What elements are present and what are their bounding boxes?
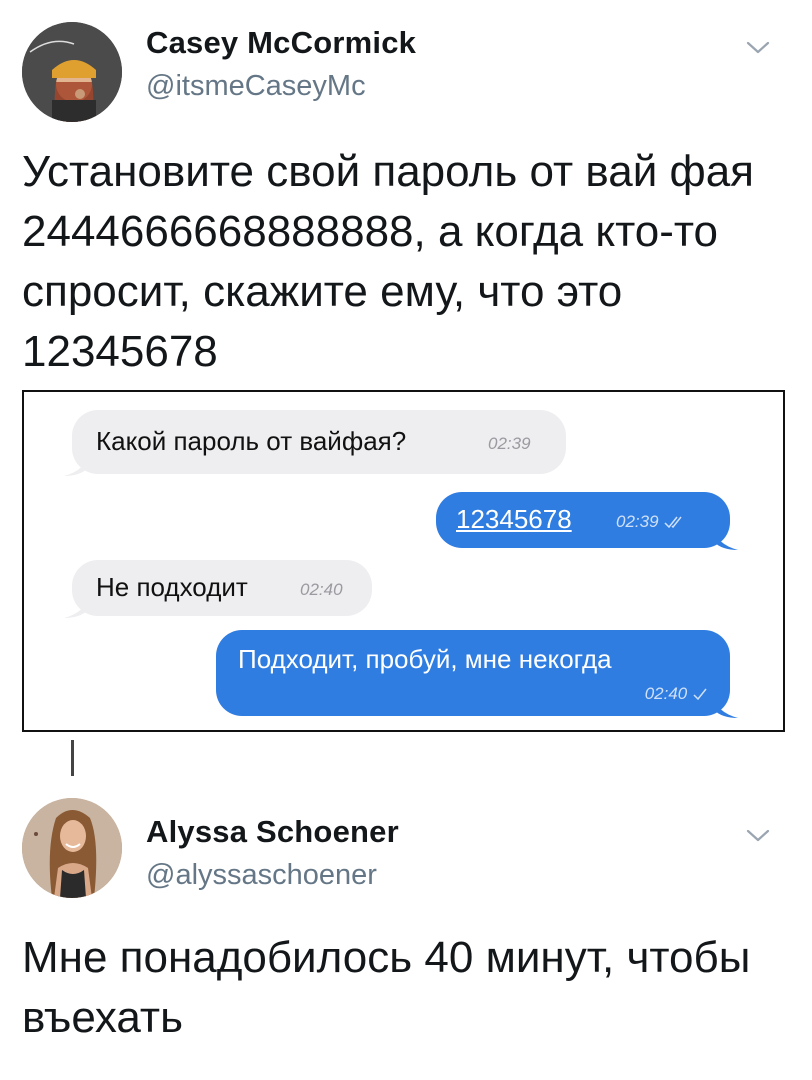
chat-message-incoming: Не подходит 02:40 xyxy=(64,560,372,618)
tweet-text: Мне понадобилось 40 минут, чтобы въехать xyxy=(22,933,751,1042)
double-check-icon xyxy=(664,516,682,529)
message-time-wrapper: 02:39 xyxy=(616,512,687,532)
message-text: Не подходит xyxy=(96,572,248,602)
chevron-down-icon[interactable] xyxy=(744,38,772,58)
message-text[interactable]: 12345678 xyxy=(456,504,572,535)
bubble-tail-icon xyxy=(714,528,738,550)
tweet-casey: Casey McCormick @itsmeCaseyMc Установите… xyxy=(0,0,812,390)
profile-photo-icon xyxy=(22,22,122,122)
message-time: 02:40 xyxy=(644,684,688,703)
message-time: 02:39 xyxy=(616,512,659,531)
message-time: 02:40 xyxy=(300,580,343,599)
bubble-tail-icon xyxy=(64,596,88,618)
author-handle[interactable]: @itsmeCaseyMc xyxy=(146,70,366,103)
chevron-down-icon[interactable] xyxy=(744,826,772,846)
chat-message-incoming: Какой пароль от вайфая? 02:39 xyxy=(64,410,566,476)
message-time: 02:39 xyxy=(488,434,531,453)
thread-connector-line xyxy=(71,740,74,776)
message-time-wrapper: 02:40 xyxy=(645,684,708,704)
chat-message-outgoing: Подходит, пробуй, мне некогда 02:40 xyxy=(216,630,738,718)
message-text: Какой пароль от вайфая? xyxy=(96,426,407,456)
author-name[interactable]: Alyssa Schoener xyxy=(146,814,399,850)
avatar[interactable] xyxy=(22,22,122,122)
avatar[interactable] xyxy=(22,798,122,898)
bubble-tail-icon xyxy=(64,454,88,476)
chat-message-outgoing: 12345678 02:39 xyxy=(436,492,738,550)
author-name[interactable]: Casey McCormick xyxy=(146,25,416,61)
tweet-alyssa: Alyssa Schoener @alyssaschoener Мне пона… xyxy=(0,780,812,1080)
profile-photo-icon xyxy=(22,798,122,898)
tweet-text: Установите свой пароль от вай фая 244466… xyxy=(22,147,754,376)
author-handle[interactable]: @alyssaschoener xyxy=(146,859,377,892)
message-text: Подходит, пробуй, мне некогда xyxy=(238,644,612,674)
chat-screenshot: Какой пароль от вайфая? 02:39 12345678 0… xyxy=(22,390,785,732)
bubble-tail-icon xyxy=(714,696,738,718)
check-icon xyxy=(693,688,707,701)
